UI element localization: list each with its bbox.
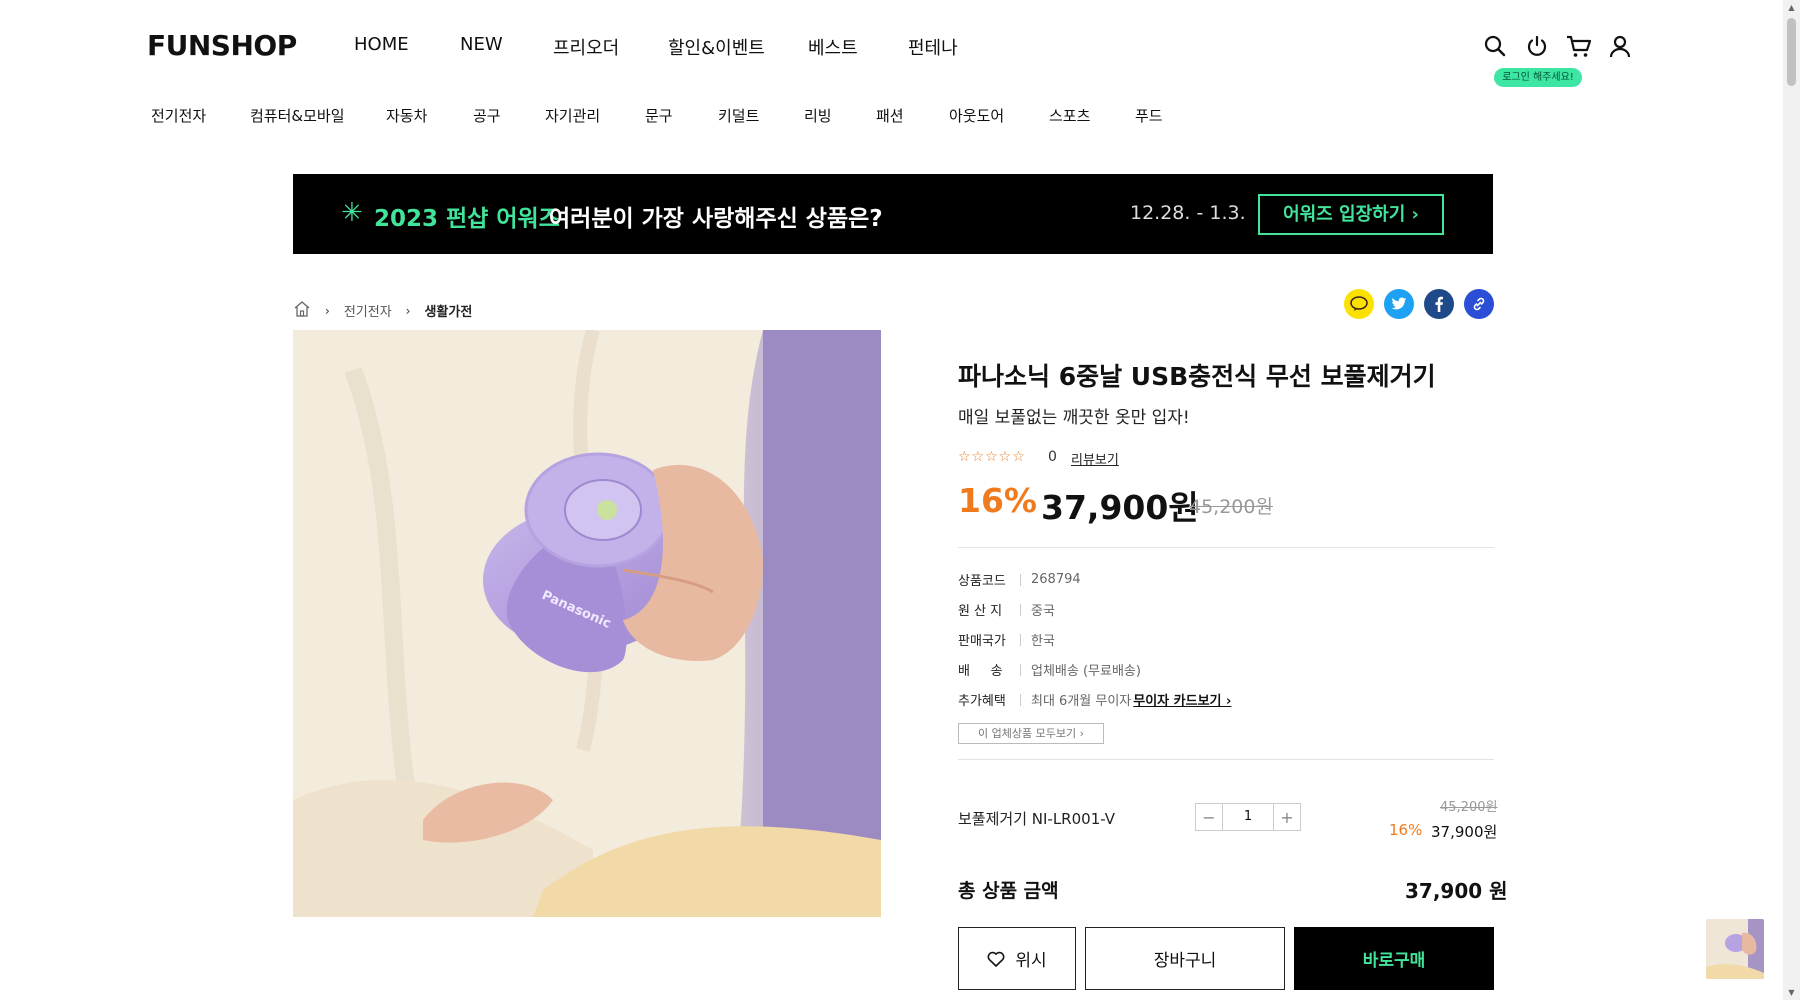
review-count: 0 — [1048, 449, 1057, 465]
breadcrumb-level1[interactable]: 전기전자 — [344, 301, 392, 320]
spec-key: 판매국가 — [958, 634, 1006, 649]
category-kidult[interactable]: 키덜트 — [718, 105, 759, 126]
total-value: 37,900 원 — [1405, 879, 1508, 903]
original-price: 45,200원 — [1189, 496, 1273, 518]
scroll-thumb[interactable] — [1787, 18, 1796, 86]
product-subtitle: 매일 보풀없는 깨끗한 옷만 입자! — [958, 408, 1190, 428]
review-link[interactable]: 리뷰보기 — [1071, 449, 1119, 468]
sparkle-icon: ✳ — [341, 198, 363, 228]
category-electronics[interactable]: 전기전자 — [151, 105, 206, 126]
vendor-products-button[interactable]: 이 업체상품 모두보기 › — [958, 723, 1104, 744]
page-scrollbar[interactable]: ▲ ▼ — [1783, 0, 1800, 1000]
category-fashion[interactable]: 패션 — [876, 105, 904, 126]
facebook-icon[interactable] — [1424, 289, 1454, 319]
spec-row: 원 산 지 중국 — [958, 600, 1055, 619]
breadcrumb: › 전기전자 › 생활가전 — [293, 300, 472, 321]
rating-stars: ☆☆☆☆☆ — [958, 449, 1026, 465]
spec-value: 한국 — [1031, 634, 1055, 649]
heart-icon — [987, 951, 1005, 967]
category-self-care[interactable]: 자기관리 — [545, 105, 600, 126]
spec-value: 268794 — [1031, 572, 1081, 587]
product-title: 파나소닉 6중날 USB충전식 무선 보풀제거기 — [958, 362, 1436, 391]
link-icon[interactable] — [1464, 289, 1494, 319]
login-badge[interactable]: 로그인 해주세요! — [1494, 68, 1582, 87]
banner-date: 12.28. - 1.3. — [1130, 202, 1246, 224]
sale-price: 37,900원 — [1041, 488, 1199, 527]
discount-rate: 16% — [958, 481, 1037, 520]
scroll-up-icon[interactable]: ▲ — [1787, 3, 1796, 12]
cart-icon[interactable] — [1566, 34, 1592, 58]
nav-funtenna[interactable]: 펀테나 — [908, 34, 958, 60]
spec-row: 판매국가 한국 — [958, 630, 1055, 649]
total-label: 총 상품 금액 — [958, 880, 1059, 902]
spec-value: 업체배송 (무료배송) — [1031, 664, 1141, 679]
category-food[interactable]: 푸드 — [1135, 105, 1163, 126]
chevron-right-icon: › — [405, 303, 411, 318]
quantity-stepper: − 1 + — [1195, 803, 1301, 831]
divider — [958, 759, 1494, 760]
category-living[interactable]: 리빙 — [804, 105, 832, 126]
breadcrumb-level2[interactable]: 생활가전 — [424, 301, 472, 320]
spec-key: 추가혜택 — [958, 694, 1006, 709]
option-name: 보풀제거기 NI-LR001-V — [958, 810, 1116, 828]
category-sports[interactable]: 스포츠 — [1049, 105, 1090, 126]
category-car[interactable]: 자동차 — [386, 105, 427, 126]
site-logo[interactable]: FUNSHOP — [147, 29, 297, 62]
product-image[interactable]: Panasonic — [293, 330, 881, 917]
category-computer-mobile[interactable]: 컴퓨터&모바일 — [250, 105, 345, 126]
wish-label: 위시 — [1015, 951, 1047, 971]
spec-key: 원 산 지 — [958, 604, 1003, 619]
kakao-icon[interactable] — [1344, 289, 1374, 319]
user-icon[interactable] — [1608, 34, 1632, 58]
category-tools[interactable]: 공구 — [473, 105, 501, 126]
spec-row: 추가혜택 최대 6개월 무이자 무이자 카드보기 › — [958, 690, 1231, 709]
banner-highlight: 2023 펀샵 어워즈 — [374, 206, 560, 232]
spec-row: 배 송 업체배송 (무료배송) — [958, 660, 1141, 679]
category-stationery[interactable]: 문구 — [645, 105, 673, 126]
add-to-cart-button[interactable]: 장바구니 — [1085, 927, 1285, 990]
buy-now-button[interactable]: 바로구매 — [1294, 927, 1494, 990]
option-original-price: 45,200원 — [1440, 800, 1498, 815]
quantity-input[interactable]: 1 — [1222, 804, 1274, 830]
nav-preorder[interactable]: 프리오더 — [553, 34, 619, 60]
spec-key: 배 송 — [958, 664, 1003, 679]
divider — [958, 547, 1494, 548]
awards-banner[interactable]: ✳ 2023 펀샵 어워즈 여러분이 가장 사랑해주신 상품은? 12.28. … — [293, 174, 1493, 254]
nav-new[interactable]: NEW — [460, 34, 503, 55]
card-benefit-link[interactable]: 무이자 카드보기 › — [1133, 690, 1231, 709]
scroll-down-icon[interactable]: ▼ — [1787, 988, 1796, 997]
category-outdoor[interactable]: 아웃도어 — [949, 105, 1004, 126]
nav-best[interactable]: 베스트 — [808, 34, 858, 60]
power-icon[interactable] — [1525, 34, 1549, 58]
twitter-icon[interactable] — [1384, 289, 1414, 319]
recent-product-thumbnail[interactable] — [1706, 919, 1764, 979]
option-discount: 16% — [1389, 821, 1423, 839]
awards-enter-button[interactable]: 어워즈 입장하기 › — [1258, 194, 1444, 235]
nav-home[interactable]: HOME — [354, 34, 409, 55]
spec-key: 상품코드 — [958, 574, 1006, 589]
chevron-right-icon: › — [325, 303, 330, 318]
spec-row: 상품코드 268794 — [958, 570, 1081, 589]
option-price: 37,900원 — [1431, 823, 1498, 841]
search-icon[interactable] — [1483, 34, 1507, 58]
minus-button[interactable]: − — [1196, 804, 1222, 830]
plus-button[interactable]: + — [1274, 804, 1300, 830]
home-icon[interactable] — [293, 300, 311, 321]
spec-value: 최대 6개월 무이자 — [1031, 694, 1132, 709]
wish-button[interactable]: 위시 — [958, 927, 1076, 990]
spec-value: 중국 — [1031, 604, 1055, 619]
nav-sale-event[interactable]: 할인&이벤트 — [668, 34, 765, 60]
banner-text: 여러분이 가장 사랑해주신 상품은? — [549, 206, 883, 232]
